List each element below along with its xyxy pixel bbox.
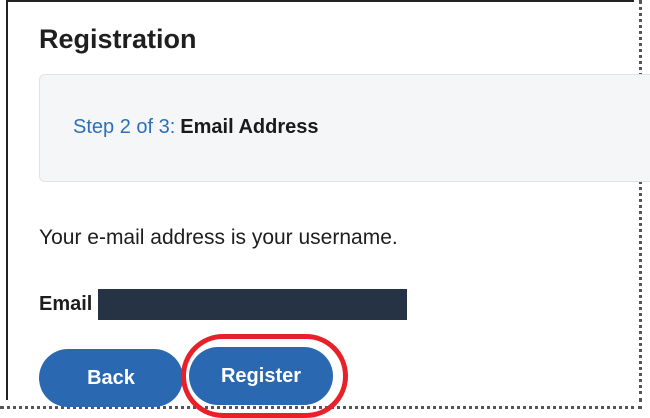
email-row: Email	[39, 288, 408, 320]
step-name: Email Address	[180, 116, 319, 138]
step-indicator: Step 2 of 3: Email Address	[73, 116, 319, 139]
screenshot-frame: Registration Step 2 of 3: Email Address Y…	[0, 0, 650, 418]
email-field[interactable]	[98, 288, 408, 320]
step-progress: Step 2 of 3:	[73, 116, 176, 138]
back-button[interactable]: Back	[39, 349, 183, 407]
frame-top-edge	[6, 0, 634, 2]
page-title: Registration	[39, 24, 197, 54]
email-label: Email	[39, 292, 93, 315]
step-indicator-card: Step 2 of 3: Email Address	[39, 74, 650, 182]
frame-left-edge	[6, 0, 8, 400]
torn-right-edge	[639, 0, 642, 402]
username-info-text: Your e-mail address is your username.	[39, 226, 398, 249]
register-button[interactable]: Register	[189, 347, 333, 405]
